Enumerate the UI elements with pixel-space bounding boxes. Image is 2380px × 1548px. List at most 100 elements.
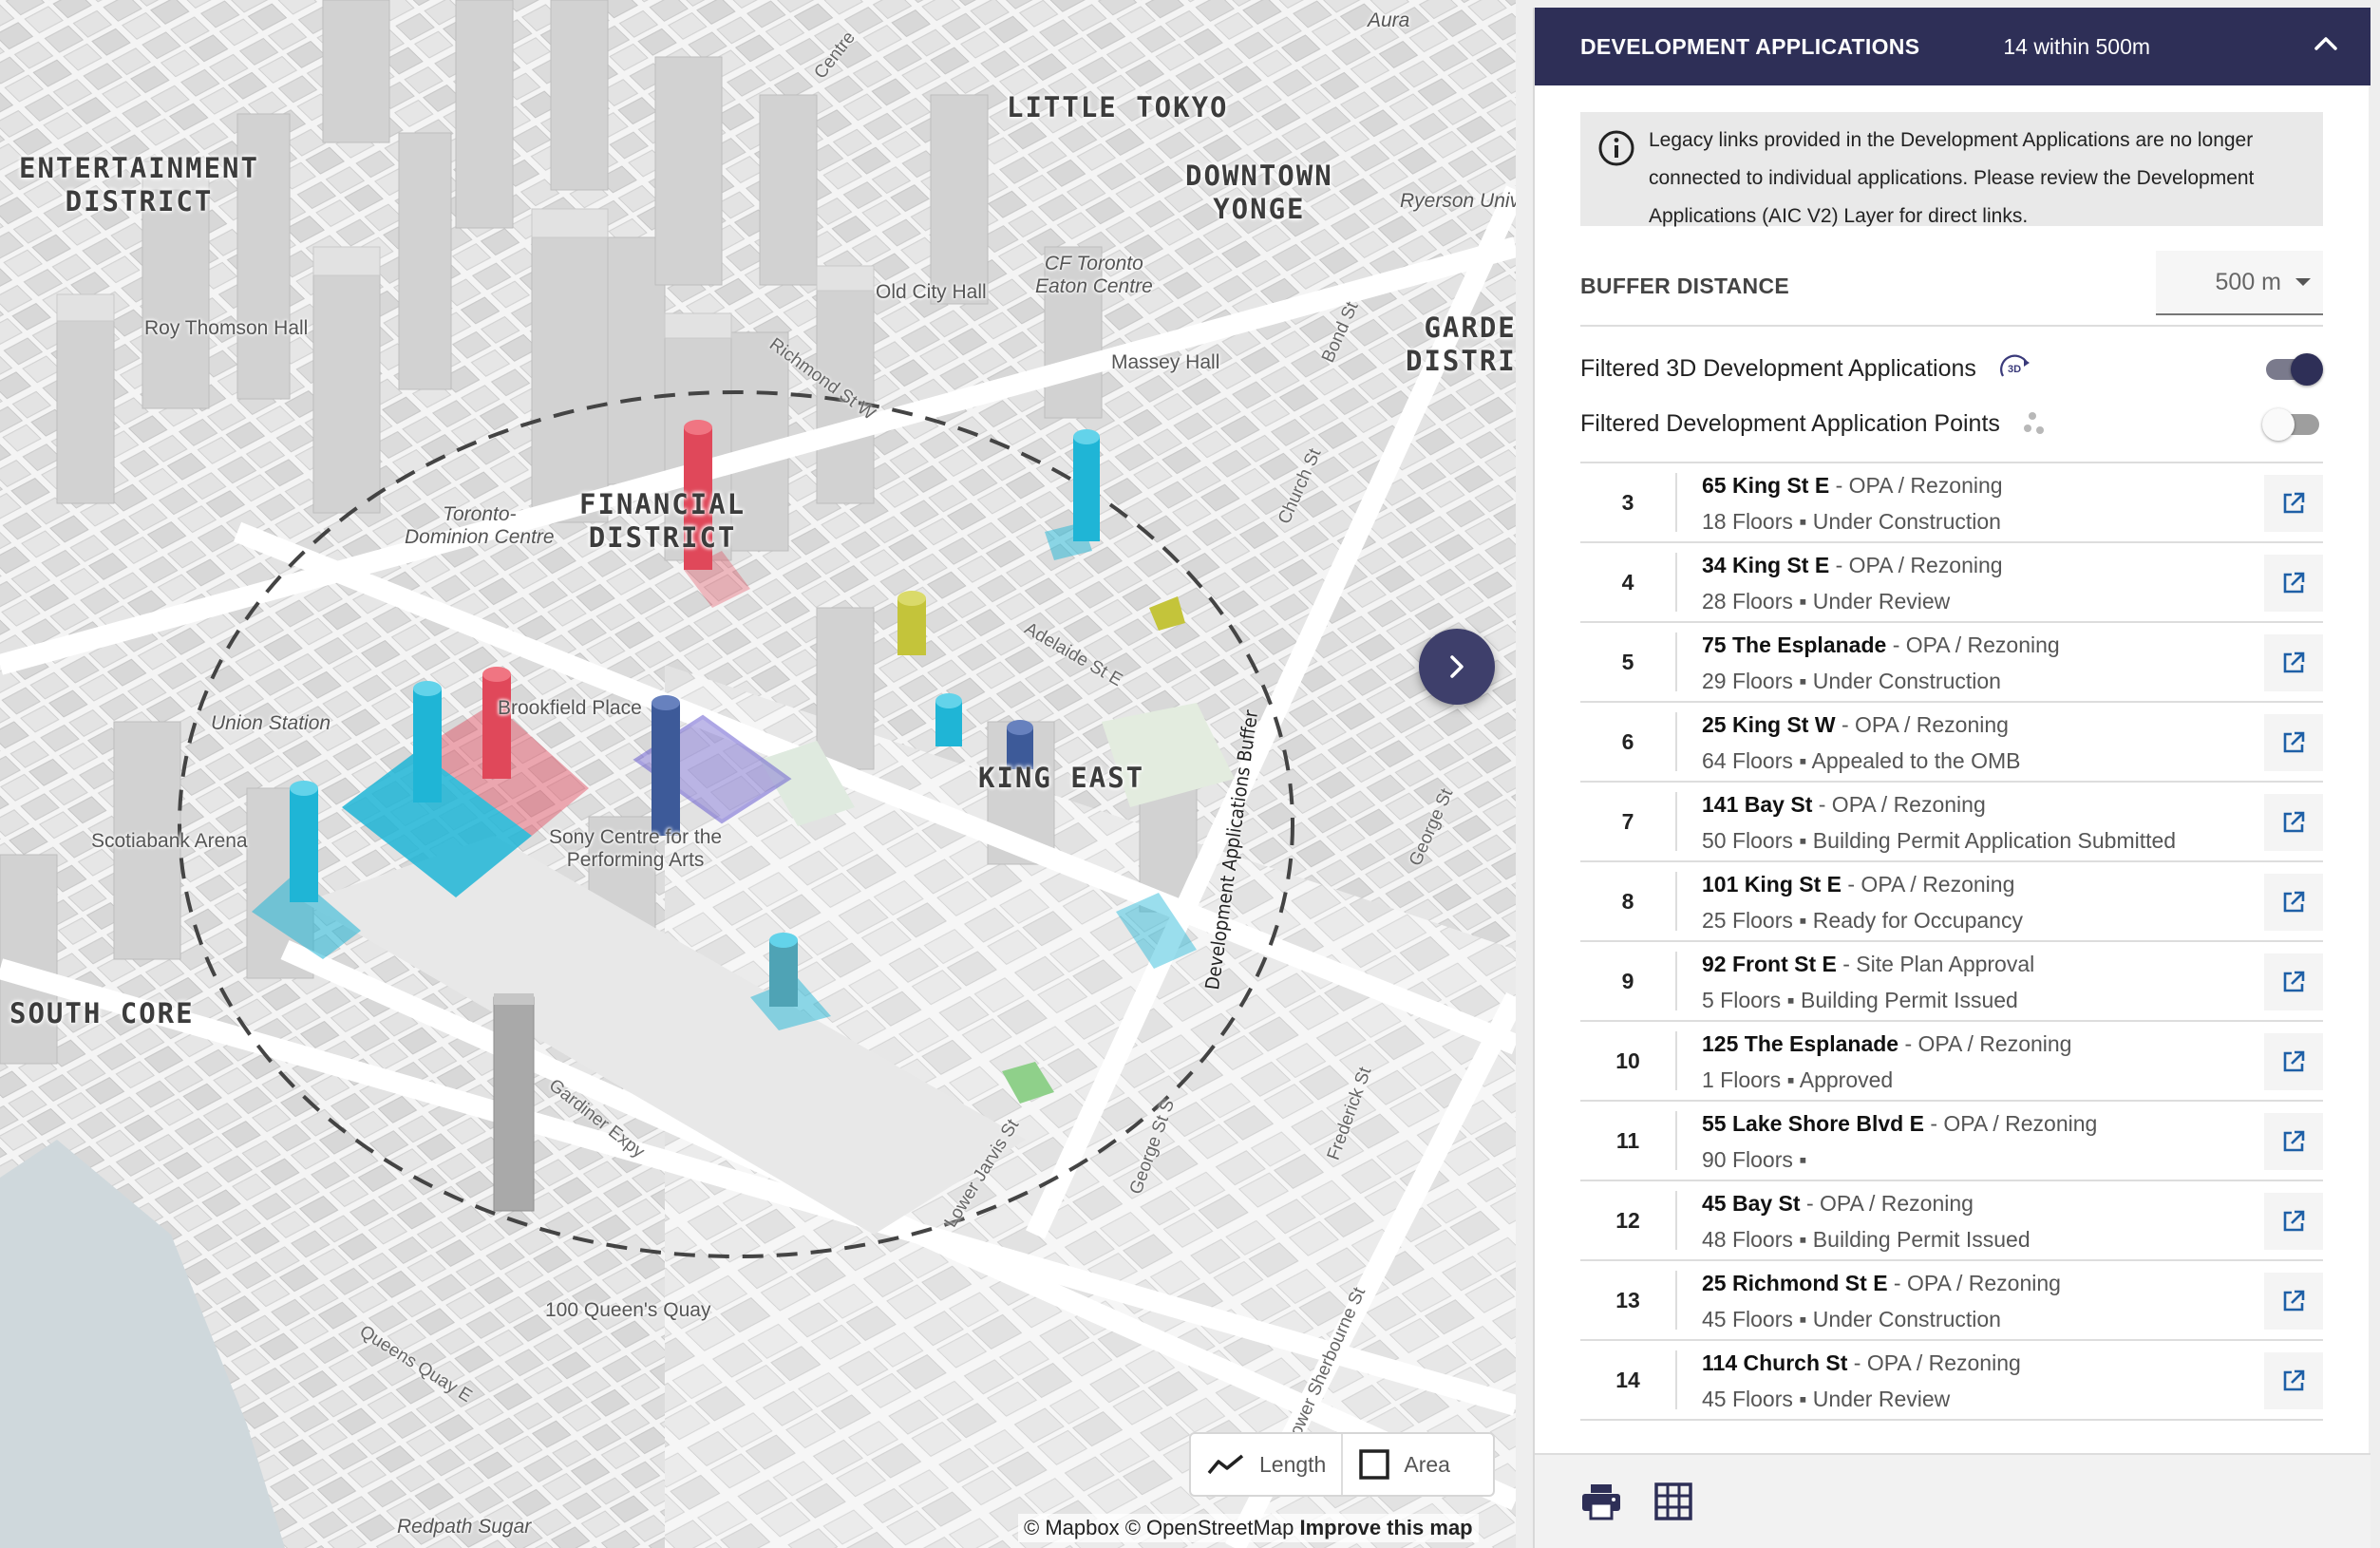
application-row[interactable]: 7 141 Bay St - OPA / Rezoning 50 Floors ▪ … — [1580, 783, 2323, 862]
application-number: 7 — [1621, 808, 1634, 834]
application-details: 25 Floors ▪ Ready for Occupancy — [1702, 908, 2023, 933]
poi-massey-hall: Massey Hall — [1111, 351, 1220, 373]
application-title: 125 The Esplanade - OPA / Rezoning — [1702, 1031, 2071, 1057]
district-little-tokyo: LITTLE TOKYO — [1007, 91, 1229, 123]
district-financial: FINANCIAL DISTRICT — [579, 488, 746, 554]
open-application-link[interactable] — [2264, 475, 2323, 532]
measure-area-button[interactable]: Area — [1341, 1434, 1465, 1495]
application-row[interactable]: 6 25 King St W - OPA / Rezoning 64 Floors … — [1580, 703, 2323, 783]
open-application-link[interactable] — [2264, 1033, 2323, 1090]
panel-footer — [1535, 1453, 2371, 1548]
application-row[interactable]: 8 101 King St E - OPA / Rezoning 25 Floors… — [1580, 862, 2323, 942]
application-type: - OPA / Rezoning — [1887, 1271, 2061, 1295]
application-type: - OPA / Rezoning — [1829, 473, 2003, 498]
application-address: 55 Lake Shore Blvd E — [1702, 1111, 1924, 1136]
application-row[interactable]: 5 75 The Esplanade - OPA / Rezoning 29 Flo… — [1580, 623, 2323, 703]
area-icon — [1359, 1449, 1390, 1480]
print-button[interactable] — [1580, 1482, 1622, 1520]
application-number: 14 — [1615, 1367, 1640, 1392]
map-attribution: © Mapbox © OpenStreetMap Improve this ma… — [1018, 1514, 1479, 1542]
3d-icon: 3D — [2000, 354, 2030, 377]
application-number: 5 — [1621, 649, 1634, 674]
toggle-label-3d-applications: Filtered 3D Development Applications — [1580, 354, 1976, 382]
external-link-icon — [2283, 1290, 2305, 1312]
map-canvas[interactable] — [0, 0, 1516, 1548]
print-icon — [1582, 1484, 1620, 1520]
panel-title: DEVELOPMENT APPLICATIONS — [1580, 33, 1920, 59]
row-divider — [1675, 952, 1677, 1010]
application-details: 45 Floors ▪ Under Review — [1702, 1387, 1951, 1411]
measure-length-button[interactable]: Length — [1191, 1434, 1341, 1495]
application-row[interactable]: 10 125 The Esplanade - OPA / Rezoning 1 Fl… — [1580, 1022, 2323, 1102]
info-icon — [1598, 130, 1634, 166]
application-number: 8 — [1621, 888, 1634, 914]
poi-old-city-hall: Old City Hall — [876, 281, 987, 303]
external-link-icon — [2283, 1130, 2305, 1152]
open-application-link[interactable] — [2264, 874, 2323, 931]
open-application-link[interactable] — [2264, 634, 2323, 691]
improve-map-link[interactable]: Improve this map — [1299, 1516, 1472, 1539]
application-row[interactable]: 11 55 Lake Shore Blvd E - OPA / Rezoning 9… — [1580, 1102, 2323, 1181]
toggle-3d-applications[interactable] — [2262, 353, 2323, 386]
table-view-button[interactable] — [1654, 1482, 1692, 1520]
application-address: 75 The Esplanade — [1702, 632, 1887, 657]
application-details: 29 Floors ▪ Under Construction — [1702, 669, 2001, 693]
external-link-icon — [2283, 971, 2305, 992]
application-title: 65 King St E - OPA / Rezoning — [1702, 473, 2003, 499]
application-row[interactable]: 4 34 King St E - OPA / Rezoning 28 Floors … — [1580, 543, 2323, 623]
open-application-link[interactable] — [2264, 1193, 2323, 1250]
application-address: 25 Richmond St E — [1702, 1271, 1888, 1295]
district-king-east: KING EAST — [978, 762, 1145, 794]
map-view[interactable]: ENTERTAINMENT DISTRICT LITTLE TOKYO DOWN… — [0, 0, 1516, 1548]
application-address: 125 The Esplanade — [1702, 1031, 1899, 1056]
application-title: 141 Bay St - OPA / Rezoning — [1702, 792, 1986, 818]
application-address: 101 King St E — [1702, 872, 1842, 897]
chevron-right-icon — [1450, 655, 1464, 678]
toggle-application-points[interactable] — [2262, 408, 2323, 441]
open-application-link[interactable] — [2264, 714, 2323, 771]
application-row[interactable]: 12 45 Bay St - OPA / Rezoning 48 Floors ▪ … — [1580, 1181, 2323, 1261]
application-title: 55 Lake Shore Blvd E - OPA / Rezoning — [1702, 1111, 2097, 1137]
application-row[interactable]: 3 65 King St E - OPA / Rezoning 18 Floors … — [1580, 463, 2323, 543]
applications-list: 3 65 King St E - OPA / Rezoning 18 Floors … — [1580, 462, 2323, 1421]
application-number: 3 — [1621, 489, 1634, 515]
application-type: - OPA / Rezoning — [1886, 632, 2060, 657]
row-divider — [1675, 1350, 1677, 1409]
application-row[interactable]: 14 114 Church St - OPA / Rezoning 45 Floor… — [1580, 1341, 2323, 1421]
measure-toolbar: Length Area — [1189, 1432, 1495, 1497]
application-type: - OPA / Rezoning — [1847, 1350, 2021, 1375]
buffer-distance-select[interactable]: 500 m — [2156, 251, 2323, 315]
poi-td-centre: Toronto- Dominion Centre — [405, 503, 555, 549]
open-application-link[interactable] — [2264, 1352, 2323, 1409]
poi-brookfield-place: Brookfield Place — [498, 697, 642, 719]
collapse-panel-button[interactable] — [1419, 629, 1495, 705]
application-details: 50 Floors ▪ Building Permit Application … — [1702, 828, 2177, 853]
application-address: 65 King St E — [1702, 473, 1830, 498]
poi-sony-centre: Sony Centre for the Performing Arts — [549, 826, 723, 872]
application-row[interactable]: 9 92 Front St E - Site Plan Approval 5 Flo… — [1580, 942, 2323, 1022]
measure-length-label: Length — [1259, 1451, 1327, 1477]
poi-scotiabank-arena: Scotiabank Arena — [91, 830, 248, 852]
poi-aura: Aura — [1368, 9, 1410, 31]
application-title: 101 King St E - OPA / Rezoning — [1702, 872, 2014, 897]
poi-redpath-sugar: Redpath Sugar — [397, 1516, 532, 1538]
panel-count: 14 within 500m — [2003, 33, 2151, 59]
points-icon — [2023, 412, 2044, 434]
open-application-link[interactable] — [2264, 1273, 2323, 1330]
row-divider — [1675, 1111, 1677, 1170]
application-address: 141 Bay St — [1702, 792, 1813, 817]
application-row[interactable]: 13 25 Richmond St E - OPA / Rezoning 45 Fl… — [1580, 1261, 2323, 1341]
measure-area-label: Area — [1404, 1451, 1450, 1477]
length-icon — [1207, 1454, 1244, 1475]
panel-header[interactable]: DEVELOPMENT APPLICATIONS 14 within 500m — [1535, 8, 2371, 85]
application-title: 25 Richmond St E - OPA / Rezoning — [1702, 1271, 2061, 1296]
open-application-link[interactable] — [2264, 1113, 2323, 1170]
open-application-link[interactable] — [2264, 555, 2323, 612]
external-link-icon — [2283, 1050, 2305, 1072]
open-application-link[interactable] — [2264, 794, 2323, 851]
toggle-row-3d-applications: Filtered 3D Development Applications 3D — [1580, 346, 2323, 391]
external-link-icon — [2283, 731, 2305, 753]
open-application-link[interactable] — [2264, 953, 2323, 1010]
application-details: 18 Floors ▪ Under Construction — [1702, 509, 2001, 534]
chevron-up-icon[interactable] — [2314, 34, 2338, 53]
